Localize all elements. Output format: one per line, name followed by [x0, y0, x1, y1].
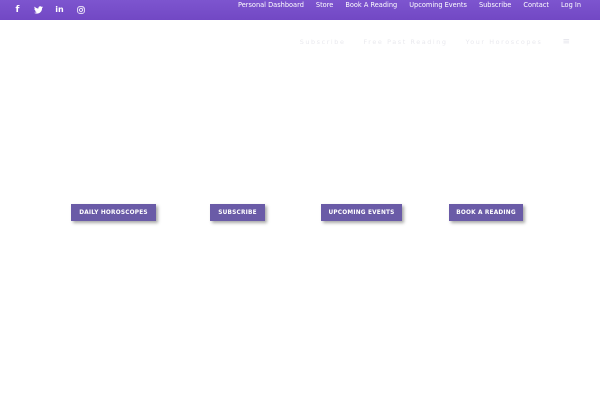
main-nav: Subscribe Free Past Reading Your Horosco… [300, 37, 570, 47]
daily-horoscopes-button[interactable]: DAILY HOROSCOPES [71, 204, 156, 221]
twitter-icon[interactable] [33, 0, 44, 20]
menu-icon[interactable]: ≡ [562, 37, 570, 47]
book-a-reading-button[interactable]: BOOK A READING [449, 204, 523, 221]
subscribe-button[interactable]: SUBSCRIBE [210, 204, 265, 221]
linkedin-icon[interactable]: in [54, 0, 65, 20]
top-nav-contact[interactable]: Contact [523, 0, 549, 11]
top-nav-personal-dashboard[interactable]: Personal Dashboard [238, 0, 304, 11]
upcoming-events-button[interactable]: UPCOMING EVENTS [321, 204, 402, 221]
instagram-icon[interactable] [75, 0, 86, 20]
main-nav-your-horoscopes[interactable]: Your Horoscopes [466, 38, 543, 46]
main-nav-subscribe[interactable]: Subscribe [300, 38, 346, 46]
top-nav-upcoming-events[interactable]: Upcoming Events [409, 0, 467, 11]
social-links: f in [12, 0, 86, 20]
top-nav-store[interactable]: Store [316, 0, 333, 11]
facebook-icon[interactable]: f [12, 0, 23, 20]
top-nav-subscribe[interactable]: Subscribe [479, 0, 511, 11]
main-nav-free-past-reading[interactable]: Free Past Reading [364, 38, 448, 46]
top-bar: f in Personal Dashboard Store Book A Rea… [0, 0, 600, 20]
top-nav-book-a-reading[interactable]: Book A Reading [345, 0, 397, 11]
top-nav-log-in[interactable]: Log In [561, 0, 581, 11]
top-nav: Personal Dashboard Store Book A Reading … [238, 0, 581, 11]
